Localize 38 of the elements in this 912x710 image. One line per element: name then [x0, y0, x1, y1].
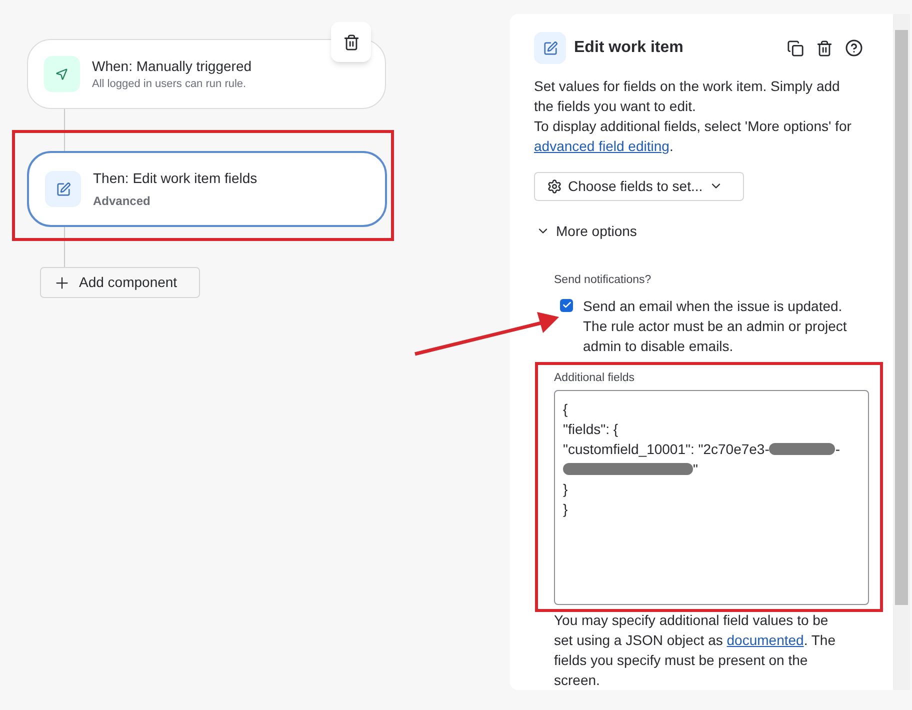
edit-icon	[45, 171, 81, 207]
trigger-subtitle: All logged in users can run rule.	[92, 76, 248, 92]
delete-button[interactable]	[331, 22, 371, 62]
gear-icon	[547, 178, 562, 194]
more-options-toggle[interactable]: More options	[536, 220, 877, 242]
additional-fields-input[interactable]: { "fields": { "customfield_10001": "2c70e7e3- - " } }	[554, 390, 869, 605]
action-card[interactable]: Then: Edit work item fields Advanced	[27, 151, 387, 227]
description: Set values for fields on the work item. Simply add the fields you want to edit.	[534, 77, 841, 116]
json-text: {	[563, 400, 568, 419]
json-text: }	[563, 480, 568, 499]
json-text: "	[693, 460, 698, 479]
edit-icon	[534, 32, 566, 64]
panel-title: Edit work item	[574, 38, 684, 58]
help-icon[interactable]	[845, 39, 863, 57]
delete-icon[interactable]	[816, 40, 833, 56]
redaction-mark	[769, 443, 836, 455]
advanced-field-editing-link[interactable]: advanced field editing	[534, 138, 670, 154]
trash-icon	[342, 34, 360, 50]
json-text: }	[563, 500, 568, 519]
json-text: "customfield_10001": "2c70e7e3-	[563, 440, 770, 459]
copy-icon[interactable]	[787, 40, 804, 56]
action-subtitle: Advanced	[93, 193, 152, 210]
scrollbar[interactable]	[893, 14, 910, 690]
json-text: "fields": {	[563, 420, 618, 439]
help-text: You may specify additional field values to be set using a JSON object as documented. The fields you specify must be present on the screen.	[554, 611, 836, 690]
description-more: To display additional fields, select 'More options' for advanced field editing.	[534, 117, 852, 156]
documented-link[interactable]: documented	[726, 632, 804, 648]
add-component-button[interactable]: Add component	[40, 267, 200, 298]
choose-fields-dropdown[interactable]: Choose fields to set...	[534, 172, 744, 200]
notifications-label: Send notifications?	[554, 272, 652, 288]
email-checkbox-label: Send an email when the issue is updated. The rule actor must be an admin or project admin to disable emails.	[583, 296, 848, 356]
trigger-title: When: Manually triggered	[92, 56, 252, 76]
action-title: Then: Edit work item fields	[93, 169, 258, 188]
email-checkbox[interactable]	[560, 298, 573, 312]
trigger-card[interactable]: When: Manually triggered All logged in users can run rule.	[27, 39, 386, 109]
json-text: -	[835, 440, 840, 459]
additional-fields-label: Additional fields	[554, 370, 636, 386]
cursor-icon	[44, 56, 80, 92]
